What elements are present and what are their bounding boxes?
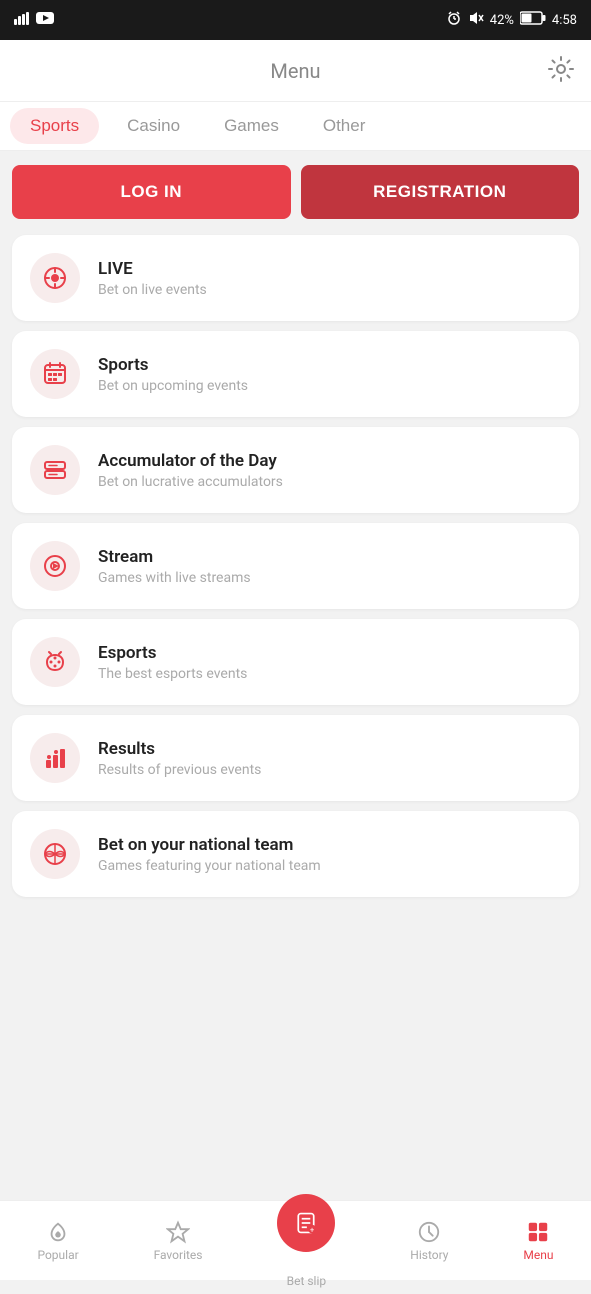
nav-betslip[interactable]: + Bet slip — [267, 1188, 345, 1294]
esports-subtitle: The best esports events — [98, 666, 247, 682]
stream-subtitle: Games with live streams — [98, 570, 251, 586]
menu-item-esports[interactable]: Esports The best esports events — [12, 619, 579, 705]
tabs: Sports Casino Games Other — [0, 102, 591, 151]
live-icon — [30, 253, 80, 303]
tab-casino[interactable]: Casino — [105, 102, 202, 150]
nav-favorites-label: Favorites — [154, 1248, 203, 1262]
menu-item-national[interactable]: Bet on your national team Games featurin… — [12, 811, 579, 897]
accumulator-icon — [30, 445, 80, 495]
results-icon — [30, 733, 80, 783]
sports-title: Sports — [98, 355, 248, 375]
status-left — [14, 11, 54, 29]
header: Menu — [0, 40, 591, 102]
accumulator-subtitle: Bet on lucrative accumulators — [98, 474, 283, 490]
menu-item-live[interactable]: LIVE Bet on live events — [12, 235, 579, 321]
results-text: Results Results of previous events — [98, 739, 261, 778]
live-text: LIVE Bet on live events — [98, 259, 207, 298]
esports-icon — [30, 637, 80, 687]
stream-text: Stream Games with live streams — [98, 547, 251, 586]
tab-games[interactable]: Games — [202, 102, 301, 150]
nav-betslip-label: Bet slip — [287, 1274, 327, 1288]
results-title: Results — [98, 739, 261, 759]
content: LOG IN REGISTRATION LIVE Bet on live eve… — [0, 151, 591, 1200]
nav-favorites[interactable]: Favorites — [144, 1214, 213, 1268]
mute-icon — [468, 10, 484, 30]
battery-text: 42% — [490, 13, 514, 28]
signal-icon — [14, 11, 32, 29]
esports-title: Esports — [98, 643, 247, 663]
nav-menu[interactable]: Menu — [513, 1214, 563, 1268]
svg-text:+: + — [310, 1225, 315, 1234]
live-title: LIVE — [98, 259, 207, 279]
stream-title: Stream — [98, 547, 251, 567]
nav-history-label: History — [410, 1248, 448, 1262]
tab-other[interactable]: Other — [301, 102, 388, 150]
national-title: Bet on your national team — [98, 835, 321, 855]
menu-item-stream[interactable]: Stream Games with live streams — [12, 523, 579, 609]
esports-text: Esports The best esports events — [98, 643, 247, 682]
national-text: Bet on your national team Games featurin… — [98, 835, 321, 874]
nav-history[interactable]: History — [400, 1214, 458, 1268]
nav-popular[interactable]: Popular — [27, 1214, 88, 1268]
youtube-icon — [36, 11, 54, 29]
live-subtitle: Bet on live events — [98, 282, 207, 298]
nav-popular-label: Popular — [37, 1248, 78, 1262]
time: 4:58 — [552, 13, 577, 28]
menu-item-results[interactable]: Results Results of previous events — [12, 715, 579, 801]
alarm-icon — [446, 10, 462, 30]
national-icon — [30, 829, 80, 879]
bet-slip-button[interactable]: + — [277, 1194, 335, 1252]
settings-button[interactable] — [547, 55, 575, 86]
login-button[interactable]: LOG IN — [12, 165, 291, 219]
bottom-nav: Popular Favorites + Bet slip History — [0, 1200, 591, 1280]
menu-item-accumulator[interactable]: Accumulator of the Day Bet on lucrative … — [12, 427, 579, 513]
results-subtitle: Results of previous events — [98, 762, 261, 778]
nav-menu-label: Menu — [523, 1248, 553, 1262]
national-subtitle: Games featuring your national team — [98, 858, 321, 874]
status-bar: 42% 4:58 — [0, 0, 591, 40]
menu-item-sports[interactable]: Sports Bet on upcoming events — [12, 331, 579, 417]
header-title: Menu — [270, 59, 320, 83]
sports-text: Sports Bet on upcoming events — [98, 355, 248, 394]
status-right: 42% 4:58 — [446, 10, 577, 30]
auth-buttons: LOG IN REGISTRATION — [12, 165, 579, 219]
sports-subtitle: Bet on upcoming events — [98, 378, 248, 394]
accumulator-text: Accumulator of the Day Bet on lucrative … — [98, 451, 283, 490]
stream-icon — [30, 541, 80, 591]
register-button[interactable]: REGISTRATION — [301, 165, 580, 219]
accumulator-title: Accumulator of the Day — [98, 451, 283, 471]
tab-sports[interactable]: Sports — [10, 108, 99, 144]
sports-icon — [30, 349, 80, 399]
battery-icon — [520, 11, 546, 29]
